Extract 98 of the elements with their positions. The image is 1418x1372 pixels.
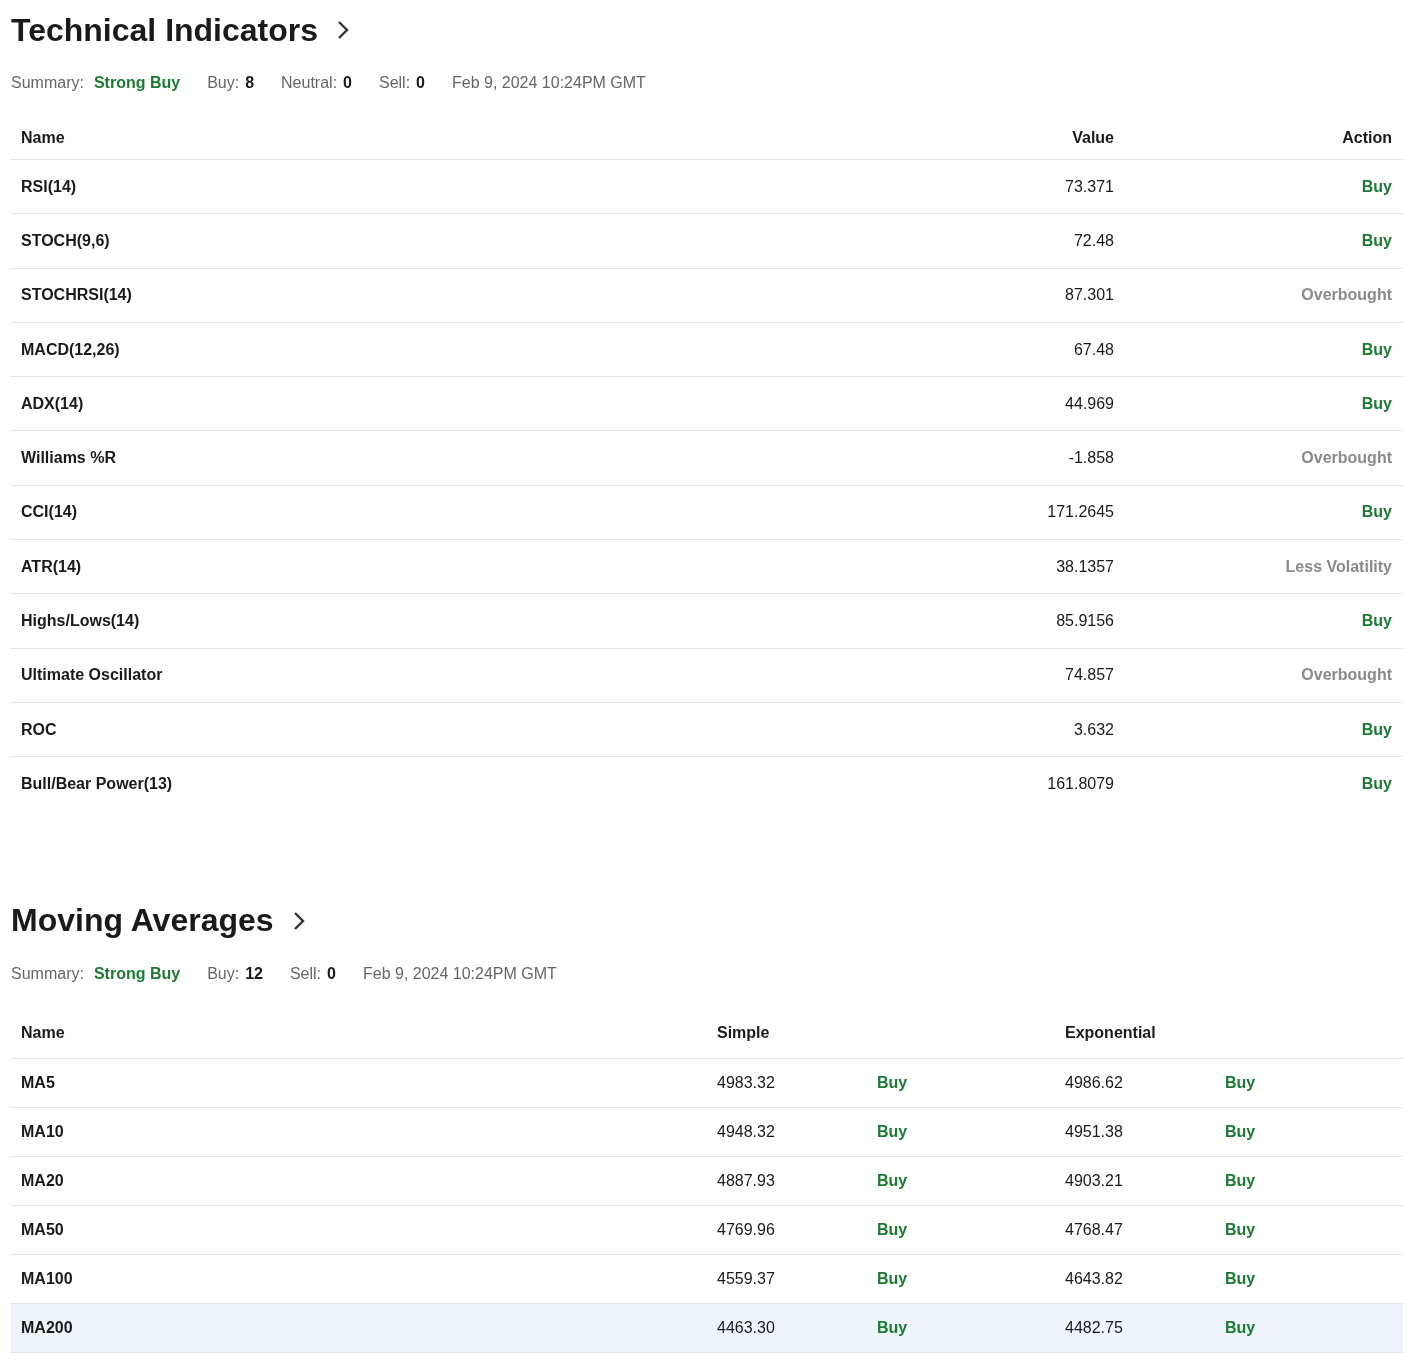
indicator-value: 171.2645: [1047, 503, 1114, 522]
indicator-action: Buy: [1361, 720, 1392, 739]
section-title: Technical Indicators: [11, 11, 319, 49]
indicator-value: 74.857: [1065, 666, 1114, 685]
simple-action: Buy: [877, 1073, 908, 1092]
indicator-value: 85.9156: [1056, 612, 1114, 630]
table-row[interactable]: MA20 4887.93 Buy 4903.21 Buy: [11, 1156, 1403, 1206]
table-row[interactable]: MA10 4948.32 Buy 4951.38 Buy: [11, 1107, 1403, 1157]
count-label: Sell:: [379, 74, 411, 92]
indicator-name: ADX(14): [21, 394, 84, 413]
simple-value: 4463.30: [717, 1318, 775, 1337]
indicator-action: Less Volatility: [1285, 557, 1392, 576]
indicator-name: Bull/Bear Power(13): [21, 774, 173, 793]
average-name: MA100: [21, 1269, 73, 1288]
indicator-name: Ultimate Oscillator: [21, 666, 163, 685]
indicator-action: Overbought: [1301, 449, 1392, 468]
average-name: MA20: [21, 1171, 64, 1190]
simple-value: 4983.32: [717, 1073, 775, 1092]
indicator-name: STOCHRSI(14): [21, 286, 132, 305]
indicator-value: 44.969: [1065, 394, 1114, 413]
timestamp: Feb 9, 2024 10:24PM GMT: [362, 964, 557, 983]
indicator-action: Buy: [1361, 774, 1392, 793]
indicator-action: Buy: [1361, 503, 1392, 522]
column-header: Name: [21, 1023, 65, 1042]
count-value: 0: [416, 74, 425, 92]
table-row[interactable]: MA50 4769.96 Buy 4768.47 Buy: [11, 1205, 1403, 1255]
simple-value: 4559.37: [717, 1269, 775, 1288]
indicator-action: Overbought: [1301, 286, 1392, 305]
column-header: Exponential: [1065, 1023, 1156, 1042]
exponential-action: Buy: [1225, 1269, 1256, 1288]
average-name: MA10: [21, 1122, 64, 1141]
simple-action: Buy: [877, 1220, 908, 1239]
indicator-action: Buy: [1361, 340, 1392, 359]
exponential-value: 4482.75: [1065, 1318, 1123, 1337]
average-name: MA200: [21, 1318, 73, 1337]
table-row[interactable]: MA100 4559.37 Buy 4643.82 Buy: [11, 1254, 1403, 1304]
simple-action: Buy: [877, 1122, 908, 1141]
chevron-right-icon[interactable]: [291, 909, 306, 932]
column-header: Simple: [717, 1023, 770, 1042]
summary-verdict: Strong Buy: [93, 74, 181, 92]
exponential-value: 4643.82: [1065, 1269, 1123, 1288]
indicator-name: RSI(14): [21, 177, 77, 196]
count-label: Neutral:: [281, 74, 338, 92]
summary-label: Summary:: [11, 964, 84, 983]
section-title: Moving Averages: [11, 902, 274, 940]
column-header: Name: [21, 129, 65, 147]
exponential-value: 4951.38: [1065, 1122, 1123, 1141]
simple-value: 4948.32: [717, 1122, 775, 1141]
exponential-value: 4903.21: [1065, 1171, 1123, 1190]
indicator-value: 161.8079: [1047, 774, 1114, 793]
simple-value: 4887.93: [717, 1171, 775, 1190]
exponential-action: Buy: [1225, 1318, 1256, 1337]
average-name: MA5: [21, 1073, 55, 1092]
indicator-name: CCI(14): [21, 503, 77, 522]
indicator-action: Buy: [1361, 177, 1392, 196]
count-value: 12: [245, 964, 263, 983]
indicator-value: 38.1357: [1056, 557, 1114, 576]
simple-action: Buy: [877, 1318, 908, 1337]
timestamp: Feb 9, 2024 10:24PM GMT: [452, 74, 646, 92]
indicator-action: Buy: [1361, 394, 1392, 413]
exponential-action: Buy: [1225, 1171, 1256, 1190]
chevron-right-icon[interactable]: [336, 19, 351, 41]
indicator-action: Buy: [1361, 231, 1392, 250]
summary-label: Summary:: [11, 74, 84, 92]
indicator-action: Overbought: [1301, 666, 1392, 685]
count-label: Buy:: [207, 964, 240, 983]
exponential-action: Buy: [1225, 1073, 1256, 1092]
exponential-action: Buy: [1225, 1122, 1256, 1141]
table-row[interactable]: MA5 4983.32 Buy 4986.62 Buy: [11, 1058, 1403, 1108]
average-name: MA50: [21, 1220, 64, 1239]
summary-verdict: Strong Buy: [93, 964, 181, 983]
indicator-name: MACD(12,26): [21, 340, 120, 359]
count-value: 8: [245, 74, 255, 92]
indicator-value: 67.48: [1073, 340, 1114, 359]
indicator-name: STOCH(9,6): [21, 231, 110, 250]
count-label: Buy:: [207, 74, 240, 92]
indicator-value: 73.371: [1065, 177, 1114, 196]
indicator-value: -1.858: [1068, 449, 1114, 468]
table-row[interactable]: MA200 4463.30 Buy 4482.75 Buy: [11, 1303, 1403, 1353]
exponential-value: 4986.62: [1065, 1073, 1123, 1092]
indicator-value: 3.632: [1073, 720, 1114, 739]
indicator-name: Williams %R: [21, 449, 116, 468]
indicator-value: 87.301: [1065, 286, 1114, 305]
simple-action: Buy: [877, 1171, 908, 1190]
count-value: 0: [343, 74, 352, 92]
indicator-name: ATR(14): [21, 557, 82, 576]
simple-action: Buy: [877, 1269, 908, 1288]
exponential-value: 4768.47: [1065, 1220, 1123, 1239]
count-label: Sell:: [289, 964, 322, 983]
count-value: 0: [327, 964, 336, 983]
exponential-action: Buy: [1225, 1220, 1256, 1239]
indicator-action: Buy: [1361, 612, 1392, 630]
indicator-name: Highs/Lows(14): [21, 612, 140, 630]
indicator-name: ROC: [21, 720, 57, 739]
simple-value: 4769.96: [717, 1220, 775, 1239]
column-header: Value: [1072, 129, 1114, 147]
indicator-value: 72.48: [1073, 231, 1114, 250]
column-header: Action: [1342, 129, 1392, 147]
